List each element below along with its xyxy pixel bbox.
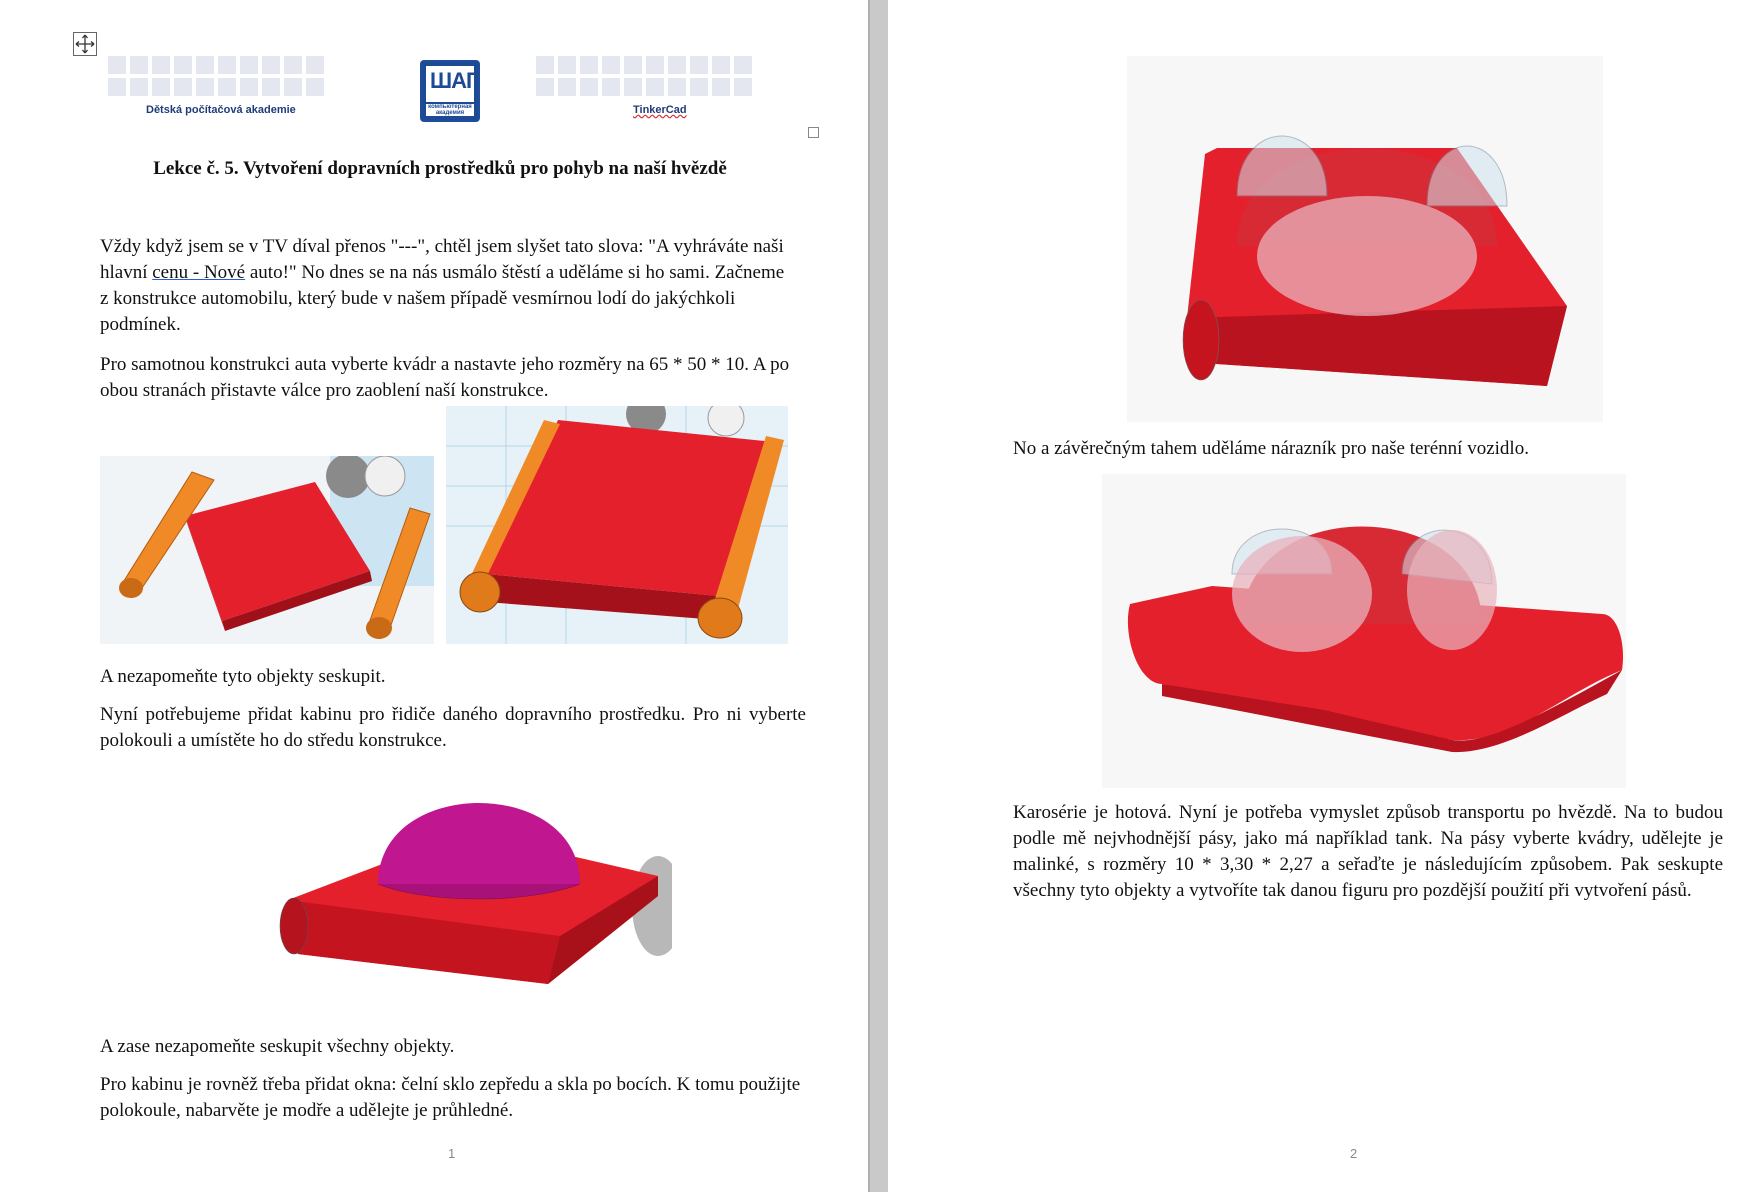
page-number-2: 2 — [1350, 1146, 1358, 1161]
dimensions-paragraph: Pro samotnou konstrukci auta vyberte kvá… — [100, 354, 790, 401]
grouped-box-image — [446, 406, 788, 644]
resize-handle[interactable] — [808, 127, 819, 138]
document-page-1: Dětská počítačová akademie ШАГ компьютер… — [0, 0, 868, 1192]
page-separator — [868, 0, 888, 1192]
bumper-image — [1102, 474, 1626, 788]
shag-logo: ШАГ компьютерная академия — [420, 60, 480, 122]
tinkercad-label: TinkerCad — [633, 104, 687, 116]
lesson-title: Lekce č. 5. Vytvoření dopravních prostře… — [153, 158, 727, 179]
academy-label: Dětská počítačová akademie — [146, 104, 296, 116]
header-pattern-right — [536, 56, 752, 96]
intro-paragraph: Vždy když jsem se v TV díval přenos "---… — [100, 236, 785, 335]
group-paragraph: A nezapomeňte tyto objekty seskupit. — [100, 666, 386, 687]
regroup-paragraph: A zase nezapomeňte seskupit všechny obje… — [100, 1036, 455, 1057]
page-number-1: 1 — [448, 1146, 456, 1161]
cabin-paragraph: Nyní potřebujeme přidat kabinu pro řidič… — [100, 704, 806, 751]
windows-paragraph: Pro kabinu je rovněž třeba přidat okna: … — [100, 1074, 801, 1121]
box-cylinders-image — [100, 456, 434, 644]
tracks-paragraph: Karosérie je hotová. Nyní je potřeba vym… — [1013, 802, 1723, 901]
bumper-paragraph: No a závěrečným tahem uděláme nárazník p… — [1013, 438, 1529, 459]
document-page-2: No a závěrečným tahem uděláme nárazník p… — [888, 0, 1758, 1192]
header-pattern-left — [108, 56, 324, 96]
dome-image — [228, 766, 672, 1020]
glass-domes-image — [1127, 56, 1603, 422]
table-move-handle-icon[interactable] — [73, 32, 97, 56]
